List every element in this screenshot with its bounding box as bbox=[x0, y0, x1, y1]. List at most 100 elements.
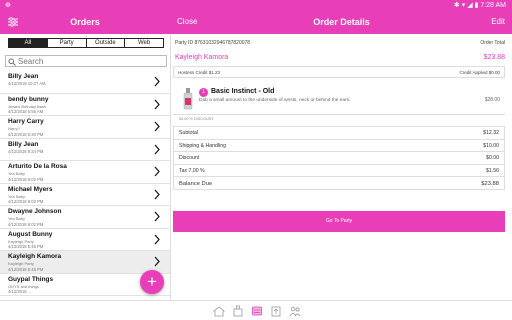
orders-title: Orders bbox=[70, 17, 100, 27]
party-id: Party ID 87631032946787820078 bbox=[175, 40, 251, 46]
upload-icon[interactable] bbox=[270, 305, 282, 317]
chevron-right-icon bbox=[154, 144, 160, 154]
order-name: Billy Jean bbox=[8, 140, 39, 148]
order-total-label: Order Total bbox=[480, 40, 505, 46]
summary-label: Shipping & Handling bbox=[179, 142, 227, 149]
order-line-item[interactable]: 1 Basic Instinct - Old Dab a small amoun… bbox=[173, 84, 505, 114]
order-row[interactable]: Harry Carry Harry? 4/12/2018 6:30 PM bbox=[0, 116, 170, 139]
customer-name: Kayleigh Kamora bbox=[175, 54, 229, 61]
orders-panel: All Party Outside Web Billy Jean 4/12/20… bbox=[0, 34, 171, 300]
plus-icon: + bbox=[147, 272, 157, 291]
order-row[interactable]: Billy Jean 4/12/2018 9:24 PM bbox=[0, 139, 170, 161]
order-date: 4/12/2018 5:45 PM bbox=[8, 244, 44, 249]
orders-icon[interactable] bbox=[251, 305, 263, 317]
order-party: Yea Baby bbox=[8, 216, 25, 221]
summary-label: Subtotal bbox=[179, 130, 199, 136]
order-date: 4/12/2018 6:02 PM bbox=[8, 221, 44, 227]
order-row[interactable]: Dwayne Johnson Yea Baby 4/12/2018 6:02 P… bbox=[0, 206, 170, 229]
status-right: ✱ ▾ ◢ ▮ 7:28 AM bbox=[453, 2, 506, 9]
summary-value: $12.32 bbox=[483, 130, 499, 136]
search-box bbox=[5, 55, 167, 67]
search-icon bbox=[8, 58, 16, 66]
order-name: Dwayne Johnson bbox=[8, 208, 62, 215]
summary-label: Discount bbox=[179, 155, 200, 161]
order-party: Kayleigh Party bbox=[8, 261, 34, 266]
summary-value: $1.56 bbox=[486, 167, 499, 174]
order-row[interactable]: Billy Jean 4/12/2018 10:27 AM bbox=[0, 71, 170, 94]
order-row[interactable]: bendy bunny Jewels Birthday Bash 4/12/20… bbox=[0, 94, 170, 116]
app-header: Orders Close Order Details Edit bbox=[0, 10, 512, 34]
product-description: Dab a small amount to the underside of w… bbox=[199, 98, 351, 103]
order-details-panel: Party ID 87631032946787820078 Order Tota… bbox=[171, 34, 512, 300]
filter-outside[interactable]: Outside bbox=[87, 39, 126, 47]
summary-value: $0.00 bbox=[486, 155, 499, 161]
filter-segmented-control: All Party Outside Web bbox=[8, 38, 164, 48]
order-party: Harry? bbox=[8, 126, 21, 131]
order-party: Kayleigh Party bbox=[8, 238, 34, 244]
balance-label: Balance Due bbox=[179, 181, 213, 187]
order-row[interactable]: Michael Myers Yea Baby 4/12/2018 6:02 PM bbox=[0, 184, 170, 206]
order-row[interactable]: August Bunny Kayleigh Party 4/12/2018 5:… bbox=[0, 229, 170, 251]
order-name: Kayleigh Kamora bbox=[8, 253, 62, 260]
party-id-row: Party ID 87631032946787820078 Order Tota… bbox=[175, 40, 505, 46]
order-row[interactable]: Arturito De la Rosa Yea Baby 4/12/2018 6… bbox=[0, 161, 170, 184]
summary-row-shipping: Shipping & Handling $10.00 bbox=[173, 138, 505, 151]
chevron-right-icon bbox=[154, 76, 160, 87]
order-date: 4/12/2018 10:27 AM bbox=[8, 81, 46, 86]
store-icon[interactable] bbox=[232, 305, 244, 317]
go-to-party-button[interactable]: Go To Party bbox=[173, 211, 505, 232]
order-party: Yea Baby bbox=[8, 171, 25, 176]
order-details-title: Order Details bbox=[313, 17, 370, 27]
hostess-credit: Hostess Credit $1.23 bbox=[178, 70, 221, 75]
chevron-right-icon bbox=[154, 166, 160, 177]
order-name: Arturito De la Rosa bbox=[8, 163, 67, 170]
order-date: 4/12/2018 5:55 AM bbox=[8, 109, 44, 114]
status-left: ⊕ bbox=[5, 2, 11, 9]
chevron-right-icon bbox=[154, 121, 160, 132]
order-name: Harry Carry bbox=[8, 118, 44, 125]
quantity-badge: 1 bbox=[199, 88, 208, 97]
order-date: 4/12/2018 6:02 PM bbox=[8, 176, 44, 182]
summary-row-subtotal: Subtotal $12.32 bbox=[173, 126, 505, 139]
edit-button[interactable]: Edit bbox=[491, 17, 505, 26]
chevron-right-icon bbox=[154, 256, 160, 267]
chevron-right-icon bbox=[154, 234, 160, 244]
credit-row: Hostess Credit $1.23 Credit Applied $0.0… bbox=[173, 66, 505, 78]
order-name: Michael Myers bbox=[8, 185, 53, 193]
chevron-right-icon bbox=[154, 99, 160, 109]
home-icon[interactable] bbox=[213, 305, 225, 317]
filter-all[interactable]: All bbox=[9, 39, 48, 47]
status-bar: ⊕ ✱ ▾ ◢ ▮ 7:28 AM bbox=[0, 0, 512, 10]
order-name: Billy Jean bbox=[8, 73, 39, 80]
order-total-value: $23.88 bbox=[483, 54, 505, 61]
product-name: Basic Instinct - Old bbox=[211, 88, 275, 95]
summary-value: $10.00 bbox=[483, 142, 499, 149]
order-date: 4/12/2018 6:02 PM bbox=[8, 199, 44, 204]
order-date: 4/12/2018 6:30 PM bbox=[8, 131, 44, 137]
orders-list: Billy Jean 4/12/2018 10:27 AM bendy bunn… bbox=[0, 71, 170, 296]
customer-row: Kayleigh Kamora $23.88 bbox=[175, 54, 505, 61]
filter-web[interactable]: Web bbox=[125, 39, 163, 47]
summary-row-discount: Discount $0.00 bbox=[173, 151, 505, 164]
summary-row-tax: Tax 7.00 % $1.56 bbox=[173, 163, 505, 176]
product-bottle-icon bbox=[183, 88, 193, 110]
chevron-right-icon bbox=[154, 211, 160, 222]
order-row-selected[interactable]: Kayleigh Kamora Kayleigh Party 4/12/2018… bbox=[0, 251, 170, 274]
summary-label: Tax 7.00 % bbox=[179, 167, 205, 174]
credit-applied: Credit Applied $0.00 bbox=[459, 70, 500, 75]
summary-row-balance: Balance Due $23.88 bbox=[173, 176, 505, 190]
add-order-button[interactable]: + bbox=[140, 270, 164, 294]
order-date: 4/12/2018 9:24 PM bbox=[8, 148, 44, 154]
people-icon[interactable] bbox=[289, 305, 301, 317]
order-party: Jewels Birthday Bash bbox=[8, 103, 47, 109]
filter-party[interactable]: Party bbox=[48, 39, 87, 47]
chevron-right-icon bbox=[154, 189, 160, 199]
order-party: Yea Baby bbox=[8, 193, 25, 199]
search-input[interactable] bbox=[18, 56, 164, 66]
discount-note: 50.00 % DISCOUNT bbox=[173, 114, 505, 122]
bottom-nav bbox=[0, 300, 512, 320]
balance-value: $23.88 bbox=[481, 181, 499, 187]
order-name: August Bunny bbox=[8, 230, 53, 238]
product-price: $28.00 bbox=[484, 97, 500, 103]
order-name: bendy bunny bbox=[8, 95, 49, 103]
